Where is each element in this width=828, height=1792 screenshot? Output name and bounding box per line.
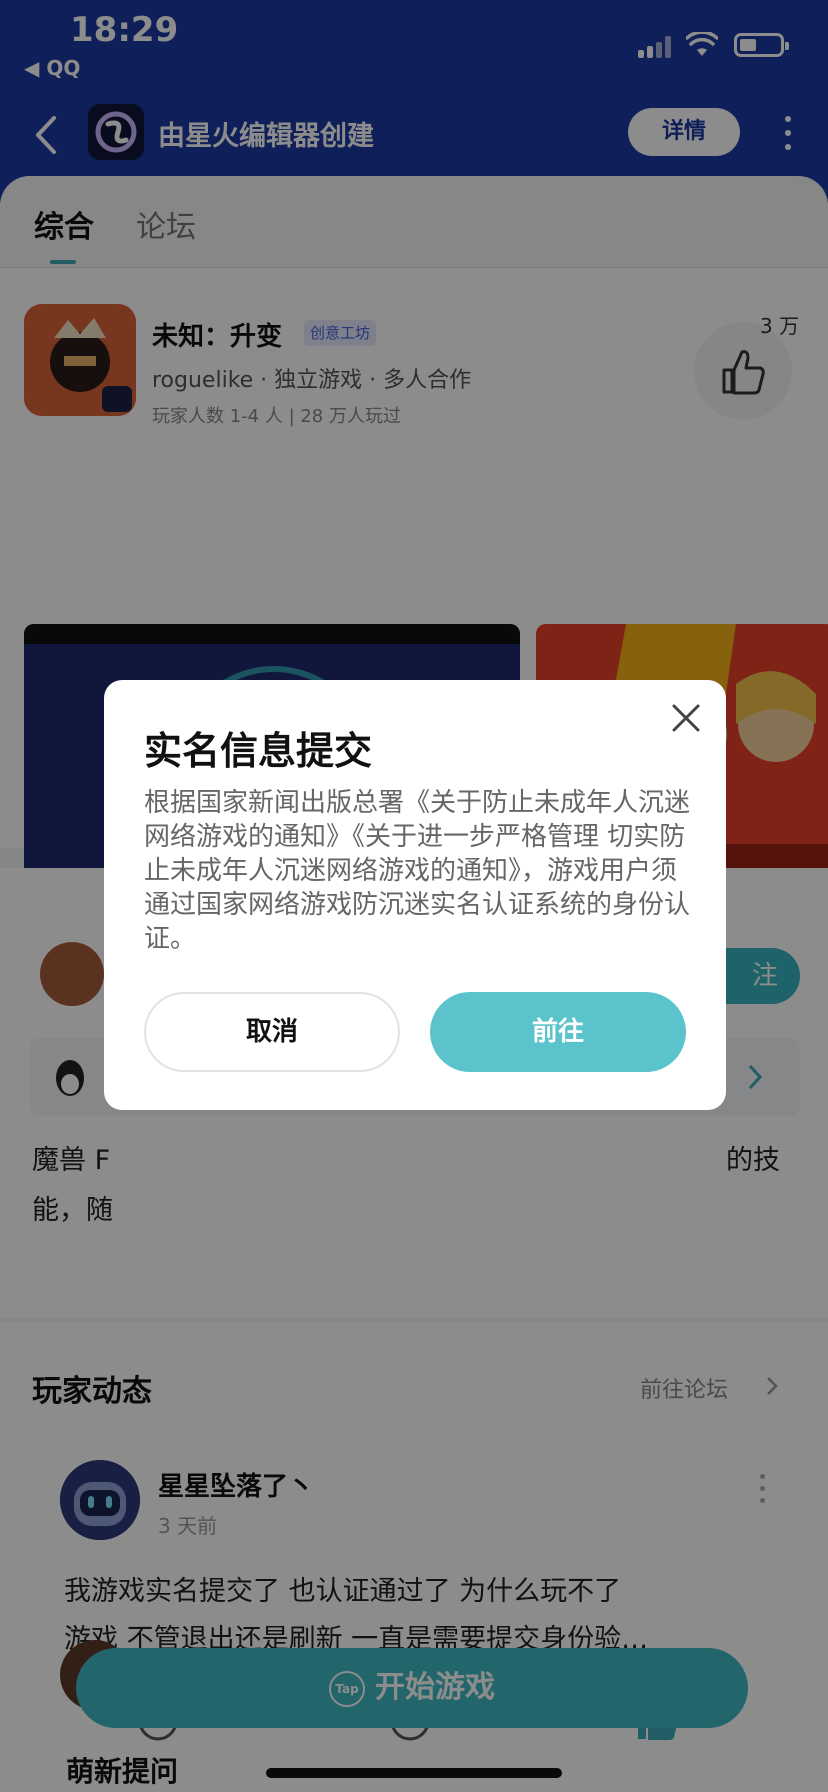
- close-icon[interactable]: [668, 700, 704, 736]
- dialog-title: 实名信息提交: [144, 729, 373, 773]
- proceed-button[interactable]: 前往: [430, 992, 686, 1072]
- dialog-message: 根据国家新闻出版总署《关于防止未成年人沉迷网络游戏的通知》《关于进一步严格管理 …: [144, 788, 691, 954]
- real-name-dialog: 实名信息提交 根据国家新闻出版总署《关于防止未成年人沉迷网络游戏的通知》《关于进…: [104, 680, 726, 1110]
- app-screen: 18:29 ◀ QQ 由星火编辑器创建 详情 综合 论坛 未知：升变 创意工坊 …: [0, 0, 828, 1792]
- cancel-button[interactable]: 取消: [144, 992, 400, 1072]
